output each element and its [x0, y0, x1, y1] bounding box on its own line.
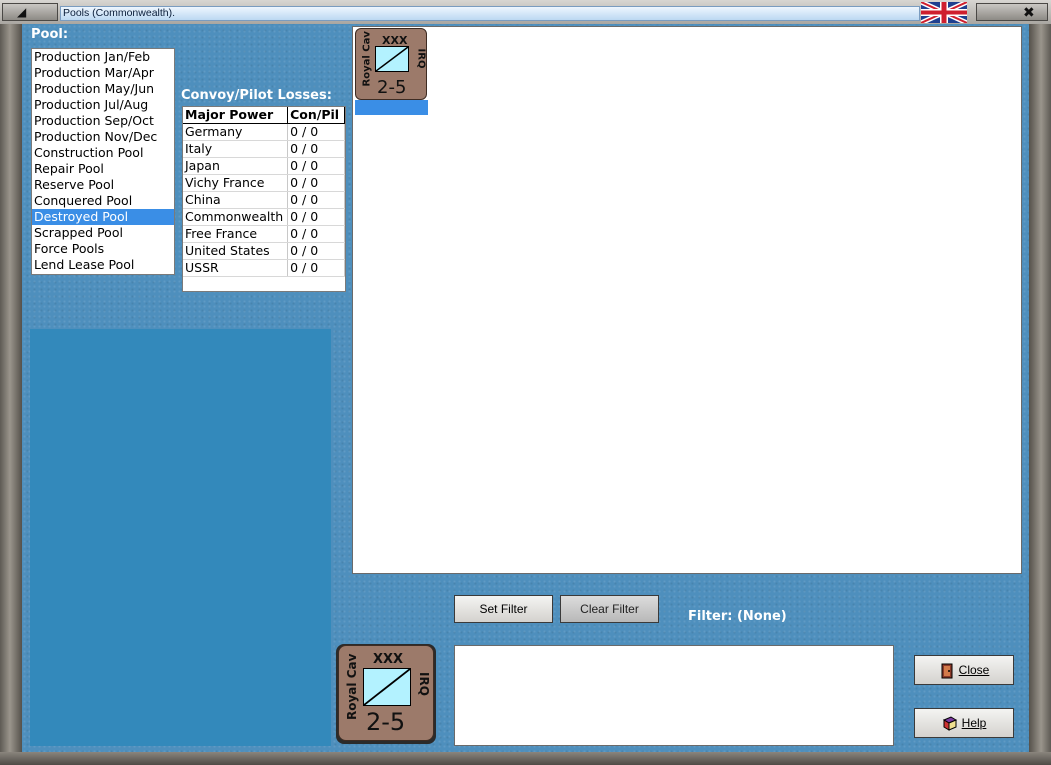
pool-list-item[interactable]: Construction Pool	[32, 145, 174, 161]
con-pil-cell: 0 / 0	[287, 123, 345, 141]
pool-list-item[interactable]: Force Pools	[32, 241, 174, 257]
con-pil-cell: 0 / 0	[287, 225, 345, 243]
unit-counter-small[interactable]: XXX Royal Cav IRQ 2-5	[355, 28, 427, 100]
bottom-border	[0, 752, 1051, 765]
con-pil-cell: 0 / 0	[287, 140, 345, 158]
major-power-cell: Commonwealth	[183, 208, 289, 226]
losses-row[interactable]: United States 0 / 0	[183, 242, 345, 260]
major-power-cell: Vichy France	[183, 174, 289, 192]
unit-display-area[interactable]	[352, 26, 1022, 574]
pool-list-item[interactable]: Repair Pool	[32, 161, 174, 177]
column-header-con-pil[interactable]: Con/Pil	[287, 107, 345, 124]
pool-list-item[interactable]: Production Sep/Oct	[32, 113, 174, 129]
close-button[interactable]: Close	[914, 655, 1014, 685]
major-power-cell: United States	[183, 242, 289, 260]
pool-list-item[interactable]: Lend Lease Pool	[32, 257, 174, 273]
losses-row[interactable]: USSR 0 / 0	[183, 259, 345, 277]
major-power-cell: Italy	[183, 140, 289, 158]
pool-list[interactable]: Production Jan/Feb Production Mar/Apr Prod…	[31, 48, 175, 275]
help-button[interactable]: Help	[914, 708, 1014, 738]
unit-nation: IRQ	[415, 48, 427, 69]
help-book-icon	[942, 716, 957, 731]
con-pil-cell: 0 / 0	[287, 242, 345, 260]
pool-list-item[interactable]: Reserve Pool	[32, 177, 174, 193]
losses-row[interactable]: Italy 0 / 0	[183, 140, 345, 158]
cavalry-symbol-large-icon	[363, 668, 411, 706]
unit-size-large: XXX	[373, 652, 404, 667]
unit-type: Royal Cav	[361, 31, 373, 87]
clear-filter-button[interactable]: Clear Filter	[560, 595, 659, 623]
losses-label: Convoy/Pilot Losses:	[181, 88, 332, 103]
major-power-cell: Japan	[183, 157, 289, 175]
pool-list-item[interactable]: Production Jul/Aug	[32, 97, 174, 113]
major-power-cell: Free France	[183, 225, 289, 243]
unit-details-panel	[30, 329, 331, 746]
losses-row[interactable]: Japan 0 / 0	[183, 157, 345, 175]
cavalry-symbol-icon	[375, 46, 409, 72]
major-power-cell: Germany	[183, 123, 289, 141]
help-button-label: Help	[961, 716, 987, 730]
pool-list-item[interactable]: Production Mar/Apr	[32, 65, 174, 81]
losses-table[interactable]: Major Power Con/Pil Germany 0 / 0 Italy 0 /…	[182, 106, 346, 292]
unit-nation-large: IRQ	[417, 672, 431, 696]
losses-row[interactable]: China 0 / 0	[183, 191, 345, 209]
pool-list-item[interactable]: Scrapped Pool	[32, 225, 174, 241]
column-header-major-power[interactable]: Major Power	[183, 107, 289, 124]
unit-selection-highlight	[355, 100, 428, 115]
unit-strength: 2-5	[377, 77, 407, 98]
losses-row[interactable]: Germany 0 / 0	[183, 123, 345, 141]
losses-row[interactable]: Commonwealth 0 / 0	[183, 208, 345, 226]
close-button-label: Close	[958, 663, 990, 677]
major-power-cell: China	[183, 191, 289, 209]
triangle-icon: ◢	[17, 5, 27, 19]
con-pil-cell: 0 / 0	[287, 259, 345, 277]
con-pil-cell: 0 / 0	[287, 157, 345, 175]
pool-list-item[interactable]: Production May/Jun	[32, 81, 174, 97]
unit-type-large: Royal Cav	[345, 653, 359, 720]
con-pil-cell: 0 / 0	[287, 174, 345, 192]
union-jack-flag-icon	[921, 2, 967, 23]
set-filter-button[interactable]: Set Filter	[454, 595, 553, 623]
filter-value: (None)	[736, 609, 787, 624]
window-close-button[interactable]: ✖	[976, 3, 1048, 21]
window-title-box: Pools (Commonwealth).	[60, 6, 920, 21]
unit-info-box	[454, 645, 894, 746]
unit-counter-large[interactable]: XXX Royal Cav IRQ 2-5	[338, 645, 434, 741]
close-x-icon: ✖	[1023, 4, 1035, 20]
pool-list-item[interactable]: Production Nov/Dec	[32, 129, 174, 145]
filter-status: Filter: (None)	[688, 609, 787, 624]
window-title: Pools (Commonwealth).	[63, 7, 176, 19]
con-pil-cell: 0 / 0	[287, 208, 345, 226]
pool-label: Pool:	[31, 27, 69, 42]
left-border	[0, 24, 22, 765]
system-menu-button[interactable]: ◢	[2, 3, 58, 21]
right-border	[1029, 24, 1051, 765]
pool-list-item[interactable]: Destroyed Pool	[32, 209, 174, 225]
con-pil-cell: 0 / 0	[287, 191, 345, 209]
pool-list-item[interactable]: Conquered Pool	[32, 193, 174, 209]
losses-header-row: Major Power Con/Pil	[183, 107, 345, 124]
losses-row[interactable]: Vichy France 0 / 0	[183, 174, 345, 192]
title-bar[interactable]: ◢ Pools (Commonwealth). ✖	[0, 0, 1051, 25]
filter-label: Filter:	[688, 609, 733, 624]
pool-list-item[interactable]: Production Jan/Feb	[32, 49, 174, 65]
door-exit-icon	[941, 663, 953, 679]
major-power-cell: USSR	[183, 259, 289, 277]
losses-row[interactable]: Free France 0 / 0	[183, 225, 345, 243]
unit-strength-large: 2-5	[366, 708, 406, 736]
